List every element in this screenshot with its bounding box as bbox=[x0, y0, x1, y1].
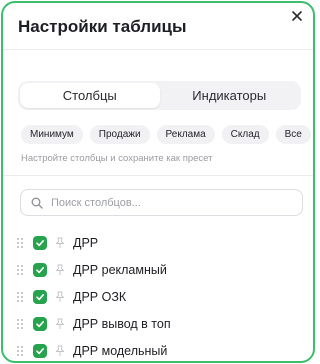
column-checkbox[interactable] bbox=[33, 235, 47, 250]
check-icon bbox=[36, 266, 44, 273]
column-row[interactable]: ДРР модельный bbox=[15, 337, 171, 361]
tabs: Столбцы Индикаторы bbox=[18, 81, 301, 110]
column-label: ДРР рекламный bbox=[73, 262, 167, 277]
pin-icon[interactable] bbox=[55, 264, 65, 276]
column-label: ДРР вывод в топ bbox=[73, 316, 171, 331]
tab-indicators[interactable]: Индикаторы bbox=[160, 83, 300, 108]
drag-handle-icon[interactable] bbox=[15, 318, 25, 330]
tab-columns[interactable]: Столбцы bbox=[20, 83, 160, 108]
drag-handle-icon[interactable] bbox=[15, 237, 25, 249]
table-settings-panel: Настройки таблицы Столбцы Индикаторы Мин… bbox=[1, 1, 315, 363]
check-icon bbox=[36, 239, 44, 246]
drag-handle-icon[interactable] bbox=[15, 264, 25, 276]
column-label: ДРР ОЗК bbox=[73, 289, 127, 304]
search-field[interactable] bbox=[20, 189, 303, 216]
check-icon bbox=[36, 293, 44, 300]
preset-chip-all[interactable]: Все bbox=[275, 125, 311, 144]
panel-header: Настройки таблицы bbox=[3, 3, 313, 50]
preset-chip-ads[interactable]: Реклама bbox=[156, 125, 215, 144]
column-row[interactable]: ДРР вывод в топ bbox=[15, 310, 171, 337]
pin-icon[interactable] bbox=[55, 291, 65, 303]
column-row[interactable]: ДРР рекламный bbox=[15, 256, 171, 283]
search-input[interactable] bbox=[51, 196, 291, 209]
column-row[interactable]: ДРР ОЗК bbox=[15, 283, 171, 310]
preset-chip-sales[interactable]: Продажи bbox=[89, 125, 150, 144]
column-checkbox[interactable] bbox=[33, 289, 47, 304]
search-icon bbox=[31, 197, 43, 209]
column-checkbox[interactable] bbox=[33, 343, 47, 358]
preset-hint: Настройте столбцы и сохраните как пресет bbox=[21, 153, 213, 164]
column-checkbox[interactable] bbox=[33, 262, 47, 277]
column-list: ДРР ДРР рекламный ДРР ОЗК ДРР вывод в то… bbox=[15, 229, 171, 361]
preset-chip-minimum[interactable]: Минимум bbox=[21, 125, 83, 144]
pin-icon[interactable] bbox=[55, 237, 65, 249]
column-row[interactable]: ДРР bbox=[15, 229, 171, 256]
column-label: ДРР bbox=[73, 235, 99, 250]
preset-chips: Минимум Продажи Реклама Склад Все bbox=[21, 125, 311, 144]
pin-icon[interactable] bbox=[55, 318, 65, 330]
divider bbox=[3, 175, 313, 176]
check-icon bbox=[36, 347, 44, 354]
drag-handle-icon[interactable] bbox=[15, 345, 25, 357]
column-checkbox[interactable] bbox=[33, 316, 47, 331]
preset-chip-warehouse[interactable]: Склад bbox=[221, 125, 269, 144]
drag-handle-icon[interactable] bbox=[15, 291, 25, 303]
pin-icon[interactable] bbox=[55, 345, 65, 357]
panel-title: Настройки таблицы bbox=[18, 17, 187, 36]
column-label: ДРР модельный bbox=[73, 343, 168, 358]
check-icon bbox=[36, 320, 44, 327]
close-icon[interactable] bbox=[290, 9, 304, 23]
